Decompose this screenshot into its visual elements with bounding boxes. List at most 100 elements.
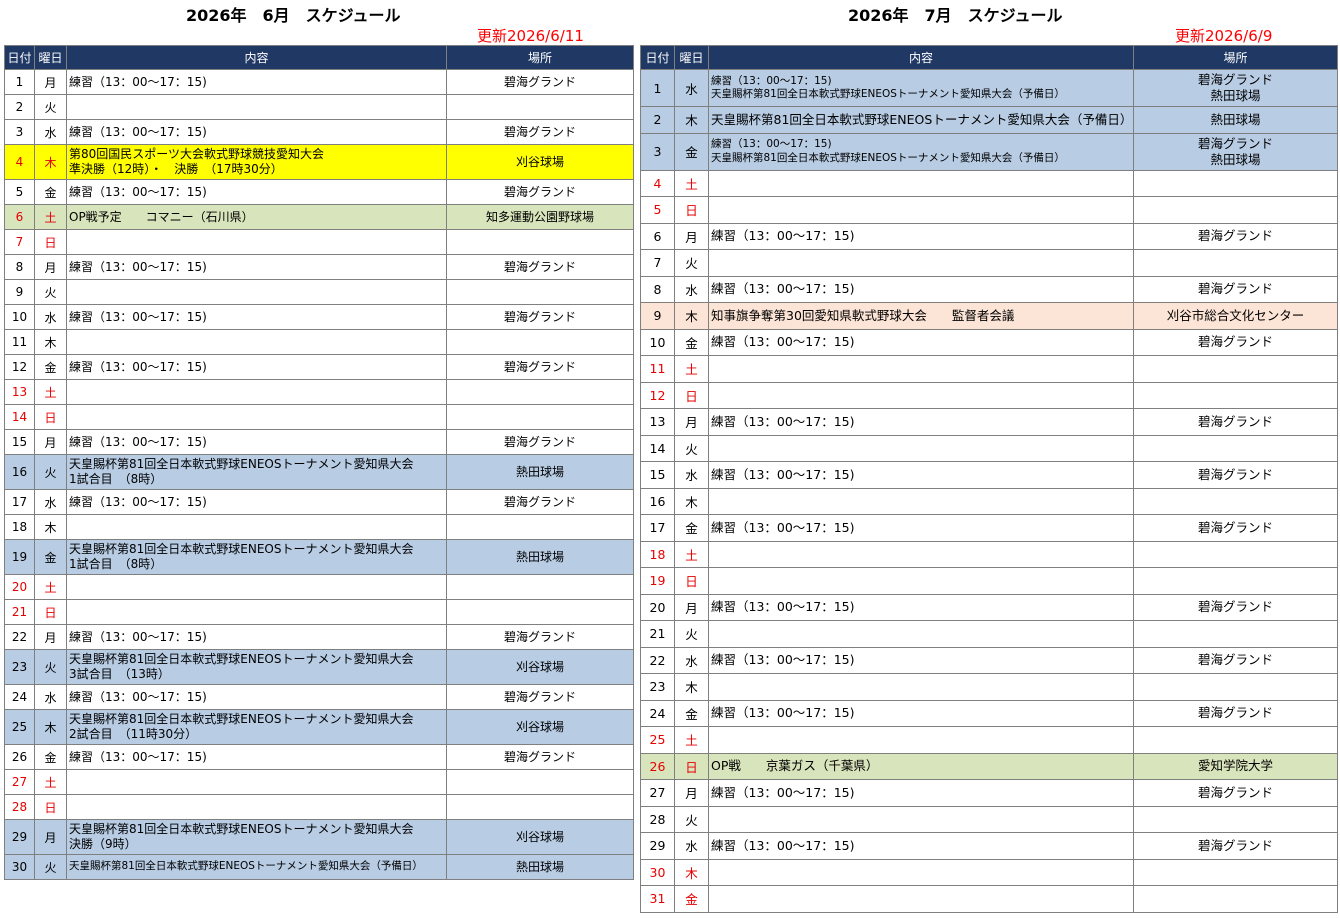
weekday-cell: 金: [674, 514, 709, 542]
place-cell: 碧海グランド: [446, 429, 634, 455]
place-line: 碧海グランド: [503, 629, 576, 644]
weekday-cell: 火: [34, 854, 67, 880]
content-line: 練習（13：00～17：15): [69, 494, 207, 509]
content-line: 練習（13：00～17：15): [711, 74, 832, 87]
content-line: 第80回国民スポーツ大会軟式野球競技愛知大会: [69, 147, 325, 161]
content-line: 練習（13：00～17：15): [69, 74, 207, 89]
place-cell: 刈谷球場: [446, 819, 634, 855]
content-cell: 練習（13：00～17：15): [708, 699, 1134, 727]
content-cell: [66, 574, 447, 600]
weekday-cell: 火: [34, 454, 67, 490]
weekday-cell: 金: [34, 179, 67, 205]
day-cell: 1: [640, 69, 675, 107]
day-cell: 23: [4, 649, 35, 685]
content-line: 天皇賜杯第81回全日本軟式野球ENEOSトーナメント愛知県大会（予備日）: [711, 111, 1133, 127]
weekday-cell: 金: [674, 885, 709, 913]
weekday-cell: 木: [34, 144, 67, 180]
table-row: 20 月練習（13：00～17：15) 碧海グランド: [640, 593, 1338, 621]
content-cell: [708, 858, 1134, 886]
content-cell: 練習（13：00～17：15): [66, 744, 447, 770]
place-line: 碧海グランド: [1197, 228, 1273, 244]
place-cell: [446, 794, 634, 820]
weekday-cell: 月: [34, 624, 67, 650]
weekday-cell: 土: [674, 355, 709, 383]
place-cell: [1133, 620, 1338, 648]
table-row: 27 月練習（13：00～17：15) 碧海グランド: [640, 779, 1338, 807]
content-cell: [66, 229, 447, 255]
content-cell: 練習（13：00～17：15): [708, 593, 1134, 621]
place-cell: 熱田球場: [446, 454, 634, 490]
table-row: 23 木: [640, 673, 1338, 701]
header-content: 内容: [66, 45, 447, 70]
day-cell: 7: [4, 229, 35, 255]
content-cell: [66, 794, 447, 820]
weekday-cell: 水: [34, 119, 67, 145]
day-cell: 5: [4, 179, 35, 205]
content-cell: 練習（13：00～17：15): [66, 684, 447, 710]
table-row: 13 月練習（13：00～17：15) 碧海グランド: [640, 408, 1338, 436]
place-cell: 愛知学院大学: [1133, 752, 1338, 780]
weekday-cell: 金: [674, 132, 709, 171]
place-cell: [446, 574, 634, 600]
place-line: 碧海グランド: [503, 359, 576, 374]
table-row: 2火: [4, 94, 634, 120]
table-row: 8 水練習（13：00～17：15) 碧海グランド: [640, 275, 1338, 303]
weekday-cell: 土: [34, 574, 67, 600]
content-cell: [708, 169, 1134, 197]
day-cell: 22: [4, 624, 35, 650]
day-cell: 9: [640, 302, 675, 330]
day-cell: 24: [640, 699, 675, 727]
weekday-cell: 火: [34, 649, 67, 685]
day-cell: 28: [640, 805, 675, 833]
content-cell: 天皇賜杯第81回全日本軟式野球ENEOSトーナメント愛知県大会（予備日）: [66, 854, 447, 880]
day-cell: 15: [640, 461, 675, 489]
weekday-cell: 木: [674, 673, 709, 701]
table-row: 4土: [640, 169, 1338, 197]
content-line: 練習（13：00～17：15): [711, 519, 855, 535]
july-updated: 更新2026/6/9: [1175, 27, 1273, 45]
content-cell: [708, 567, 1134, 595]
content-cell: 練習（13：00～17：15) 天皇賜杯第81回全日本軟式野球ENEOSトーナメン…: [708, 69, 1134, 107]
place-cell: 刈谷市総合文化センター: [1133, 302, 1338, 330]
table-row: 16 木: [640, 487, 1338, 515]
content-line: 練習（13：00～17：15): [711, 652, 855, 668]
day-cell: 29: [640, 832, 675, 860]
content-line: 練習（13：00～17：15): [69, 309, 207, 324]
content-cell: 天皇賜杯第81回全日本軟式野球ENEOSトーナメント愛知県大会（予備日）: [708, 106, 1134, 134]
table-header-row: 日付 曜日 内容 場所: [4, 45, 634, 70]
table-row: 21 日: [4, 599, 634, 625]
weekday-cell: 水: [34, 304, 67, 330]
header-weekday: 曜日: [674, 45, 709, 70]
content-cell: [708, 355, 1134, 383]
table-row: 29 月天皇賜杯第81回全日本軟式野球ENEOSトーナメント愛知県大会 決勝（9時）…: [4, 819, 634, 855]
place-line: 熱田球場: [1210, 88, 1261, 103]
day-cell: 14: [4, 404, 35, 430]
content-cell: 第80回国民スポーツ大会軟式野球競技愛知大会 準決勝（12時）・ 決勝 （17時3…: [66, 144, 447, 180]
weekday-cell: 木: [674, 858, 709, 886]
table-row: 7日: [4, 229, 634, 255]
table-row: 25 木天皇賜杯第81回全日本軟式野球ENEOSトーナメント愛知県大会 2試合目 （…: [4, 709, 634, 745]
table-row: 27 土: [4, 769, 634, 795]
content-cell: OP戦予定 コマニー（石川県）: [66, 204, 447, 230]
day-cell: 11: [640, 355, 675, 383]
place-cell: 碧海グランド: [1133, 514, 1338, 542]
table-row: 9火: [4, 279, 634, 305]
place-cell: 碧海グランド: [446, 119, 634, 145]
day-cell: 19: [640, 567, 675, 595]
weekday-cell: 日: [674, 752, 709, 780]
content-cell: 天皇賜杯第81回全日本軟式野球ENEOSトーナメント愛知県大会 1試合目 （8時）: [66, 454, 447, 490]
header-place: 場所: [446, 45, 634, 70]
day-cell: 3: [4, 119, 35, 145]
place-cell: 碧海グランド 熱田球場: [1133, 69, 1338, 107]
content-cell: [708, 434, 1134, 462]
weekday-cell: 月: [674, 779, 709, 807]
place-line: 碧海グランド: [503, 74, 576, 89]
weekday-cell: 金: [674, 328, 709, 356]
content-cell: [708, 381, 1134, 409]
table-row: 23 火天皇賜杯第81回全日本軟式野球ENEOSトーナメント愛知県大会 3試合目 （…: [4, 649, 634, 685]
day-cell: 21: [640, 620, 675, 648]
day-cell: 23: [640, 673, 675, 701]
weekday-cell: 土: [674, 540, 709, 568]
weekday-cell: 土: [674, 726, 709, 754]
table-row: 1 水練習（13：00～17：15) 天皇賜杯第81回全日本軟式野球ENEOSトーナ…: [640, 69, 1338, 107]
